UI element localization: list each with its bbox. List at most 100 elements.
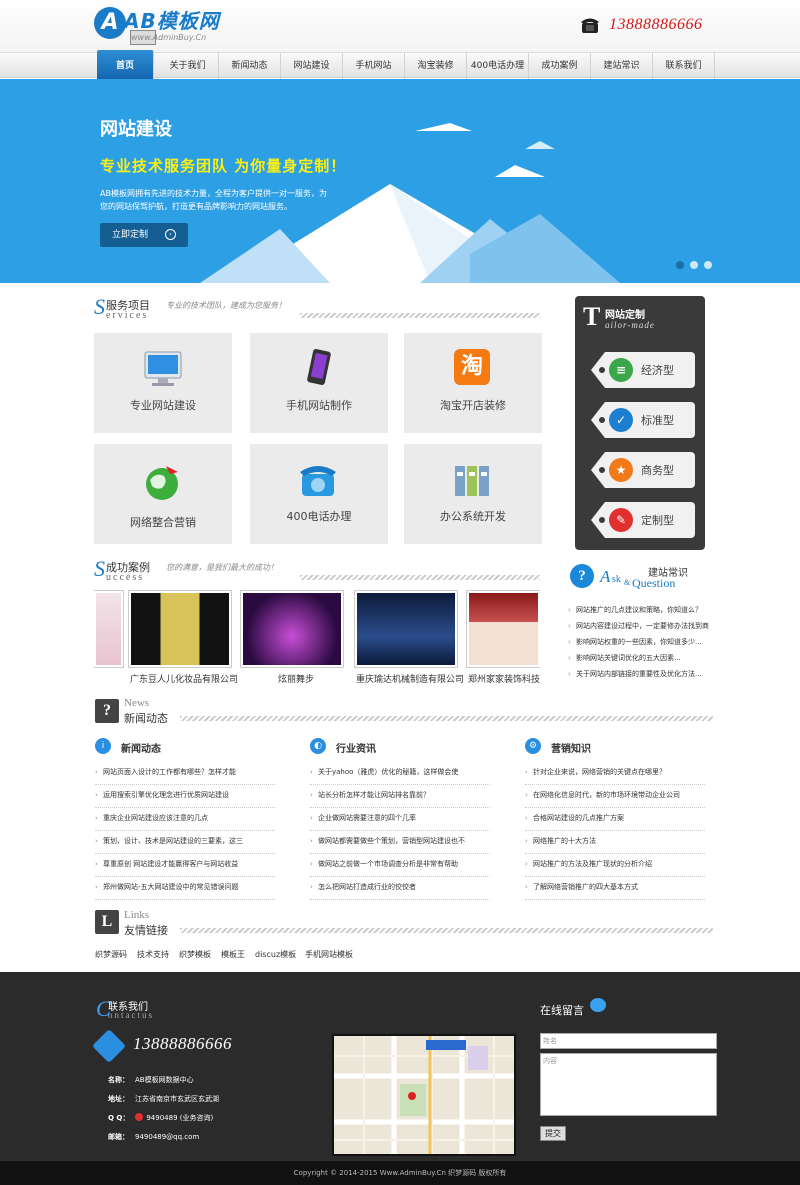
list-item[interactable]: 网站内容建设过程中，一定要修办法找到商 [568,618,718,634]
taobao-icon: 淘 [454,349,490,385]
links-icon: L [95,910,119,934]
telephone-icon [300,466,336,496]
gear-icon: ⚙ [525,738,541,754]
services-desc: 专业的技术团队，建成为您服务！ [166,301,286,310]
case-label[interactable]: 广东豆人儿化妆品有限公司 [130,672,238,685]
list-item[interactable]: 策划、设计、技术是网站建设的三要素，这三 [95,831,275,854]
nav-contact[interactable]: 联系我们 [653,53,715,79]
list-item[interactable]: 站长分析怎样才能让网站排名靠前？ [310,785,490,808]
tag-standard[interactable]: ✓ 标准型 [591,402,695,438]
slider-dot[interactable] [690,261,698,269]
footer-qq[interactable]: Q Q： 9490489 (业务咨询) [108,1113,213,1123]
info-icon: i [95,738,111,754]
case-label[interactable]: 炫丽舞步 [278,672,314,685]
case-thumb[interactable] [354,590,458,668]
cases-heading: S 成功案例 uccess 您的满意，是我们最大的成功！ [94,556,544,585]
friend-link[interactable]: 织梦源码 [95,949,127,960]
nav-home[interactable]: 首页 [97,50,154,79]
service-mobile[interactable]: 手机网站制作 [250,333,388,433]
nav-news[interactable]: 新闻动态 [219,53,281,79]
nav-mobile[interactable]: 手机网站 [343,53,405,79]
nav-faq[interactable]: 建站常识 [591,53,653,79]
service-taobao[interactable]: 淘 淘宝开店装修 [404,333,542,433]
faq-title: 建站常识 [648,568,688,579]
slider-dot[interactable] [704,261,712,269]
tailor-initial: T [583,302,601,331]
nav-cases[interactable]: 成功案例 [529,53,591,79]
cases-desc: 您的满意，是我们最大的成功！ [166,563,278,572]
list-item[interactable]: 关于网站内部链接的重要性及优化方法... [568,666,718,682]
friend-link[interactable]: 织梦模板 [179,949,211,960]
logo[interactable]: A AB模板网 www.AdminBuy.Cn [94,5,234,45]
monitor-icon [144,351,182,386]
nav-400[interactable]: 400电话办理 [467,53,529,79]
banner-slogan: 专业技术服务团队 为你量身定制！ [100,157,347,175]
customize-button[interactable]: 立即定制 › [100,223,188,247]
list-item[interactable]: 针对企业来说，网络营销的关键点在哪里？ [525,762,705,785]
location-map[interactable] [332,1034,516,1156]
case-label[interactable]: 郑州家家装饰科技 [468,672,540,685]
service-marketing[interactable]: 网络整合营销 [94,444,232,544]
list-item[interactable]: 了解网络营销推广的四大基本方式 [525,877,705,900]
case-thumb-partial[interactable] [94,590,124,668]
list-item[interactable]: 郑州做网站-五大网站建设中的常见错误问题 [95,877,275,900]
list-item[interactable]: 网站推广的方法及推广现状的分析介绍 [525,854,705,877]
list-item[interactable]: 怎么把网站打造成行业的佼佼者 [310,877,490,900]
slider-dot[interactable] [676,261,684,269]
friend-link[interactable]: 手机网站模板 [305,949,353,960]
list-item[interactable]: 运用搜索引擎优化理念进行优质网站建设 [95,785,275,808]
header-phone-number: 13888886666 [609,16,703,33]
list-item[interactable]: 关于yahoo（雅虎）优化的秘籍，这样做会使 [310,762,490,785]
bulb-icon: ◐ [310,738,326,754]
case-thumb[interactable] [240,590,344,668]
service-label: 400电话办理 [286,510,352,523]
footer-phone: 13888886666 [133,1034,232,1053]
service-400[interactable]: 400电话办理 [250,444,388,544]
friend-link[interactable]: 模板王 [221,949,245,960]
case-thumb[interactable] [128,590,232,668]
tag-economy[interactable]: ≡ 经济型 [591,352,695,388]
copyright: Copyright © 2014-2015 Www.AdminBuy.Cn 织梦… [0,1161,800,1185]
list-item[interactable]: 影响网站权重的一些因素，你知道多少... [568,634,718,650]
service-label: 办公系统开发 [440,510,506,523]
list-item[interactable]: 影响网站关键词优化的五大因素... [568,650,718,666]
logo-sub: www.AdminBuy.Cn [130,30,206,45]
service-web[interactable]: 专业网站建设 [94,333,232,433]
check-icon: ✓ [609,408,633,432]
list-item[interactable]: 合格网站建设的几点推广方案 [525,808,705,831]
page: A AB模板网 www.AdminBuy.Cn 13888886666 首页 关… [0,0,800,1185]
news-list: 网站页面入设计的工作都有哪些？怎样才能 运用搜索引擎优化理念进行优质网站建设 重… [95,762,275,900]
banner-mountains [200,123,620,283]
news-title: 新闻动态 [124,712,168,725]
service-office[interactable]: 办公系统开发 [404,444,542,544]
service-label: 网络整合营销 [130,516,196,529]
tag-business[interactable]: ★ 商务型 [591,452,695,488]
footer-address: 地址： 江苏省南京市玄武区玄武湖 [108,1095,219,1103]
nav-taobao[interactable]: 淘宝装修 [405,53,467,79]
list-item[interactable]: 企业做网站需要注意的四个几率 [310,808,490,831]
list-item[interactable]: 做网站之前做一个市场调查分析是非常有帮助 [310,854,490,877]
list-item[interactable]: 网站推广的几点建议和策略，你知道么？ [568,602,718,618]
faq-initial: A [600,567,611,586]
name-input[interactable]: 姓名 [540,1033,717,1049]
friend-link[interactable]: discuz模板 [255,949,296,960]
list-item[interactable]: 尊重原创 网站建设才能赢得客户与网站收益 [95,854,275,877]
service-label: 淘宝开店装修 [440,399,506,412]
content-input[interactable]: 内容 [540,1053,717,1116]
list-item[interactable]: 网络推广的十大方法 [525,831,705,854]
case-thumb[interactable] [466,590,540,668]
friend-link[interactable]: 技术支持 [137,949,169,960]
nav-web[interactable]: 网站建设 [281,53,343,79]
list-item[interactable]: 做网站都需要做些个策划，营销型网站建设也不 [310,831,490,854]
contact-subtitle: ontactus [108,1010,154,1020]
list-item[interactable]: 重庆企业网站建设应该注意的几点 [95,808,275,831]
banner-title: 网站建设 [100,119,172,140]
list-item[interactable]: 在网络化信息时代，新的市场环境带动企业公司 [525,785,705,808]
submit-button[interactable]: 提交 [540,1126,566,1141]
case-label[interactable]: 重庆瑜达机械制造有限公司 [356,672,464,685]
tag-custom[interactable]: ✎ 定制型 [591,502,695,538]
nav-about[interactable]: 关于我们 [157,53,219,79]
main-nav: 首页 关于我们 新闻动态 网站建设 手机网站 淘宝装修 400电话办理 成功案例… [0,50,800,79]
logo-mark: A [94,7,126,39]
list-item[interactable]: 网站页面入设计的工作都有哪些？怎样才能 [95,762,275,785]
